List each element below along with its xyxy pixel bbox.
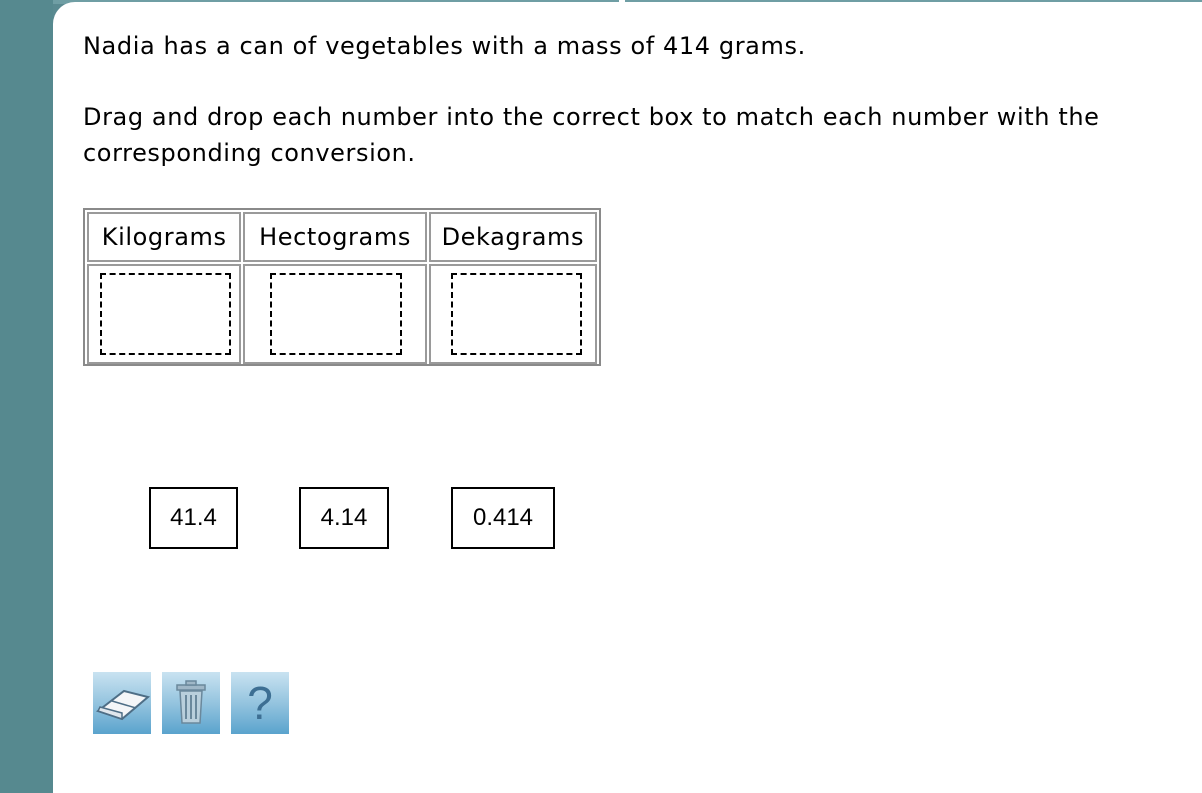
conversion-table: Kilograms Hectograms Dekagrams [83,208,601,366]
cell-dekagrams [428,264,597,364]
question-panel: Nadia has a can of vegetables with a mas… [53,2,1202,793]
dropzone-kilograms[interactable] [100,273,231,355]
help-button[interactable]: ? [231,672,289,734]
cell-kilograms [87,264,242,364]
dropzone-hectograms[interactable] [270,273,403,355]
table-header-row: Kilograms Hectograms Dekagrams [86,211,598,263]
help-icon: ? [247,677,273,729]
eraser-button[interactable] [93,672,151,734]
question-stem: Nadia has a can of vegetables with a mas… [83,32,806,60]
instruction-line-1: Drag and drop each number into the corre… [83,103,1100,131]
draggable-number-tile[interactable]: 0.414 [451,487,555,549]
eraser-icon [95,689,150,721]
instruction-line-2: corresponding conversion. [83,139,416,167]
draggable-number-tile[interactable]: 4.14 [299,487,389,549]
header-dekagrams: Dekagrams [428,212,597,262]
cell-hectograms [243,264,427,364]
left-rail [0,0,53,793]
header-kilograms: Kilograms [87,212,242,262]
header-hectograms: Hectograms [243,212,427,262]
trash-icon [176,680,206,724]
table-drop-row [86,263,598,365]
trash-button[interactable] [162,672,220,734]
dropzone-dekagrams[interactable] [450,273,582,355]
draggable-number-tile[interactable]: 41.4 [149,487,238,549]
